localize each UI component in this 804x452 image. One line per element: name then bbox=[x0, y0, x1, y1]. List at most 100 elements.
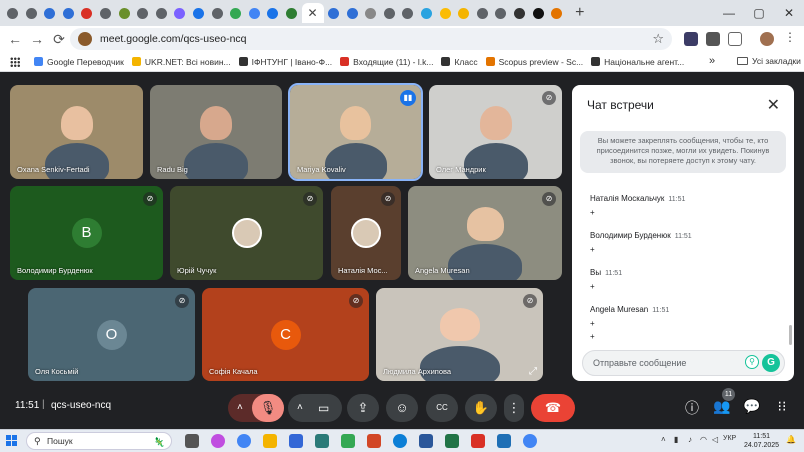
volume-icon[interactable]: ◁ bbox=[712, 435, 718, 444]
extension-icon[interactable] bbox=[684, 32, 698, 46]
browser-tab[interactable] bbox=[60, 3, 77, 23]
browser-tab[interactable] bbox=[325, 3, 342, 23]
bookmark-item[interactable]: ІФНТУНГ | Івано-Ф... bbox=[238, 57, 332, 67]
browser-tab[interactable] bbox=[227, 3, 244, 23]
mic-off-icon[interactable]: 🎙 bbox=[252, 394, 284, 422]
browser-tab[interactable] bbox=[283, 3, 300, 23]
participant-tile[interactable]: ⊘ Angela Muresan bbox=[408, 186, 562, 280]
chat-scrollbar[interactable] bbox=[789, 325, 792, 345]
browser-tab[interactable] bbox=[264, 3, 281, 23]
site-info-icon[interactable] bbox=[78, 32, 92, 46]
pdf-icon[interactable] bbox=[471, 434, 485, 448]
chat-message-input[interactable]: Отправьте сообщение ⚲ G bbox=[582, 350, 785, 376]
participant-tile[interactable]: ▮▮ Mariya Kovaliv bbox=[288, 83, 423, 181]
meeting-info-icon[interactable]: ⓘ bbox=[682, 398, 702, 418]
leave-call-button[interactable]: ☎ bbox=[531, 394, 575, 422]
save-icon[interactable] bbox=[289, 434, 303, 448]
start-icon[interactable] bbox=[6, 435, 18, 447]
all-bookmarks-link[interactable]: Усі закладки bbox=[752, 56, 801, 66]
notifications-icon[interactable]: 🔔 bbox=[786, 435, 796, 444]
browser-tab[interactable] bbox=[492, 3, 509, 23]
participant-tile[interactable]: ⊘ Олег Мандрик bbox=[429, 85, 562, 179]
browser-tab[interactable] bbox=[474, 3, 491, 23]
participant-tile[interactable]: C ⊘ Софія Качала bbox=[202, 288, 369, 381]
word-icon[interactable] bbox=[419, 434, 433, 448]
language-indicator[interactable]: УКР bbox=[723, 435, 736, 442]
extensions-puzzle-icon[interactable] bbox=[728, 32, 742, 46]
forward-icon[interactable]: → bbox=[26, 31, 48, 47]
participant-tile[interactable]: ⊘ Наталія Мос... bbox=[331, 186, 401, 280]
chevron-up-icon[interactable]: ˄ bbox=[237, 394, 243, 422]
activities-icon[interactable]: ⁝⁝ bbox=[772, 398, 792, 415]
browser-tab[interactable] bbox=[78, 3, 95, 23]
tray-overflow-icon[interactable]: ˄ bbox=[661, 435, 666, 444]
bookmark-item[interactable]: Національне агент... bbox=[591, 57, 684, 67]
back-icon[interactable]: ← bbox=[4, 31, 26, 47]
grammarly-icon[interactable]: G bbox=[762, 354, 780, 372]
excel-icon[interactable] bbox=[445, 434, 459, 448]
url-input[interactable]: meet.google.com/qcs-useo-ncq ☆ bbox=[70, 28, 672, 50]
maximize-icon[interactable]: ▢ bbox=[744, 0, 774, 26]
bookmark-item[interactable]: Класс bbox=[441, 57, 478, 67]
browser-tab[interactable] bbox=[530, 3, 547, 23]
chrome-icon[interactable] bbox=[523, 434, 537, 448]
browser-tab[interactable] bbox=[511, 3, 528, 23]
chrome-icon[interactable] bbox=[237, 434, 251, 448]
extension-icon[interactable] bbox=[706, 32, 720, 46]
browser-tab[interactable] bbox=[23, 3, 40, 23]
edge-icon[interactable] bbox=[393, 434, 407, 448]
browser-tab-active[interactable]: ✕ bbox=[301, 3, 324, 23]
browser-tab[interactable] bbox=[153, 3, 170, 23]
battery-icon[interactable]: ▮ bbox=[674, 435, 678, 444]
browser-tab[interactable] bbox=[399, 3, 416, 23]
microphone-toggle[interactable]: ˄ 🎙 bbox=[228, 394, 284, 422]
browser-tab[interactable] bbox=[381, 3, 398, 23]
browser-tab[interactable] bbox=[246, 3, 263, 23]
taskbar-search[interactable]: ⚲ Пошук 🦎 bbox=[26, 432, 172, 450]
vscode-icon[interactable] bbox=[497, 434, 511, 448]
bookmark-star-icon[interactable]: ☆ bbox=[652, 31, 664, 47]
tray-clock[interactable]: 11:51 24.07.2025 bbox=[744, 432, 779, 450]
pin-icon[interactable]: ⤢ bbox=[529, 366, 537, 377]
participant-tile[interactable]: ⊘ Юрій Чучук bbox=[170, 186, 323, 280]
bookmarks-more-button[interactable]: » bbox=[709, 55, 715, 67]
browser-tab[interactable] bbox=[190, 3, 207, 23]
reactions-button[interactable]: ☺ bbox=[386, 394, 418, 422]
powerpoint-icon[interactable] bbox=[367, 434, 381, 448]
task-view-icon[interactable] bbox=[185, 434, 199, 448]
browser-tab[interactable] bbox=[209, 3, 226, 23]
browser-tab[interactable] bbox=[171, 3, 188, 23]
bookmark-item[interactable]: UKR.NET: Всі новин... bbox=[131, 57, 231, 67]
browser-tab[interactable] bbox=[418, 3, 435, 23]
participant-tile[interactable]: B ⊘ Володимир Бурденюк bbox=[10, 186, 163, 280]
minimize-icon[interactable]: — bbox=[714, 0, 744, 26]
bookmark-item[interactable]: Google Переводчик bbox=[34, 57, 124, 67]
browser-tab[interactable] bbox=[4, 3, 21, 23]
wifi-icon[interactable]: ◠ bbox=[700, 435, 707, 444]
camera-toggle[interactable]: ˄ ▭ bbox=[288, 394, 342, 422]
camera-icon[interactable]: ▭ bbox=[318, 394, 329, 422]
browser-menu-icon[interactable]: ⋮ bbox=[784, 30, 796, 44]
browser-tab[interactable] bbox=[437, 3, 454, 23]
folder-icon[interactable] bbox=[263, 434, 277, 448]
participant-tile[interactable]: Radu Big bbox=[150, 85, 282, 179]
close-icon[interactable]: ✕ bbox=[767, 95, 780, 115]
browser-tab[interactable] bbox=[41, 3, 58, 23]
captions-button[interactable]: CC bbox=[426, 394, 458, 422]
tab-close-icon[interactable]: ✕ bbox=[307, 6, 317, 20]
more-options-button[interactable]: ⋮ bbox=[504, 394, 524, 422]
location-pin-icon[interactable]: ⚲ bbox=[745, 355, 759, 369]
copilot-icon[interactable] bbox=[211, 434, 225, 448]
browser-tab[interactable] bbox=[548, 3, 565, 23]
chat-icon[interactable]: 💬 bbox=[742, 398, 762, 415]
apps-grid-icon[interactable] bbox=[10, 56, 20, 67]
reload-icon[interactable]: ⟳ bbox=[48, 31, 70, 48]
raise-hand-button[interactable]: ✋ bbox=[465, 394, 497, 422]
bookmark-item[interactable]: Входящие (11) - l.k... bbox=[340, 57, 433, 67]
chevron-up-icon[interactable]: ˄ bbox=[297, 394, 303, 422]
microphone-tray-icon[interactable]: ♪ bbox=[688, 435, 692, 444]
present-screen-button[interactable]: ⇪ bbox=[347, 394, 379, 422]
browser-tab[interactable] bbox=[116, 3, 133, 23]
new-tab-icon[interactable]: + bbox=[571, 3, 589, 23]
window-close-icon[interactable]: ✕ bbox=[774, 0, 804, 26]
